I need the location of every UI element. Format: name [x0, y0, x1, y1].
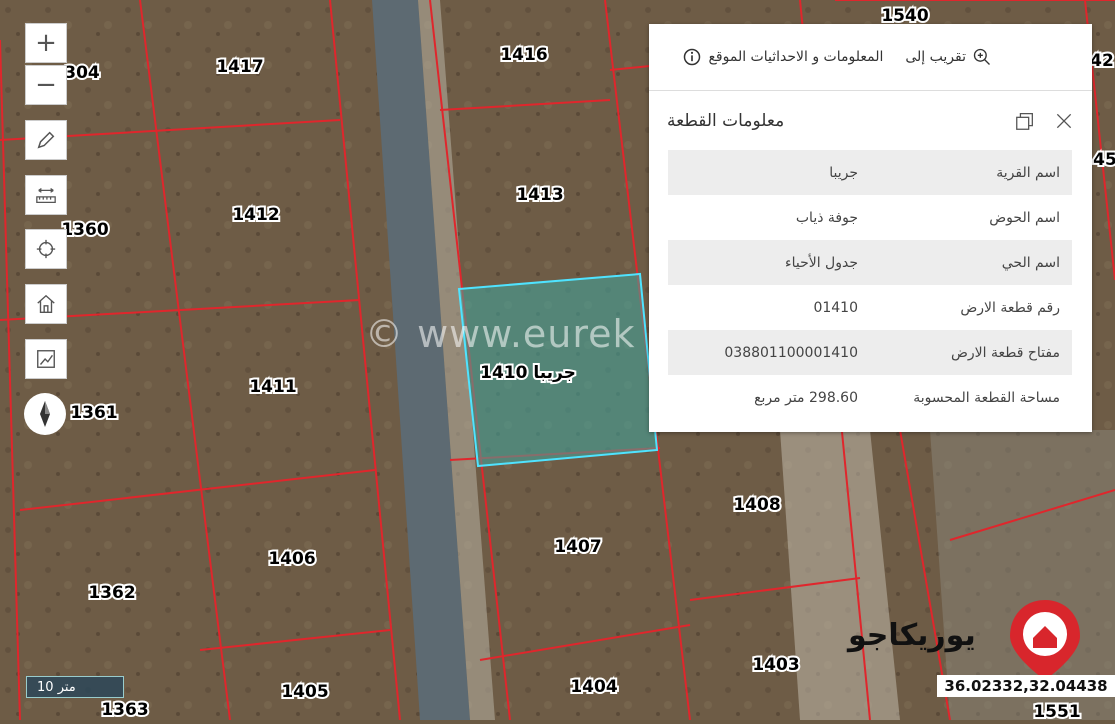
zoom-to-action[interactable]: تقريب إلى [905, 47, 992, 67]
parcel-label: 1551 [1033, 702, 1080, 720]
measure-button[interactable] [25, 175, 67, 215]
attribute-value: 298.60 متر مربع [754, 389, 858, 406]
parcel-label: 1405 [281, 682, 328, 702]
info-icon [684, 48, 701, 66]
table-row: رقم قطعة الارض 01410 [668, 285, 1072, 330]
layers-icon [37, 350, 55, 368]
home-button[interactable] [25, 284, 67, 324]
attribute-key: اسم الحوض [989, 209, 1060, 226]
parcel-info-popup: تقريب إلى المعلومات و الاحداثيات الموقع … [649, 24, 1092, 432]
locate-button[interactable] [25, 229, 67, 269]
parcel-label: 1406 [268, 549, 315, 569]
brand-logo-text: يوريكاجو [848, 618, 976, 653]
plus-icon: + [35, 28, 57, 58]
location-info-action[interactable]: المعلومات و الاحداثيات الموقع [682, 47, 883, 67]
parcel-label: 1416 [500, 45, 547, 65]
parcel-label: 45 [1093, 150, 1115, 170]
attribute-key: اسم القرية [870, 150, 1072, 195]
ruler-icon [36, 188, 56, 203]
parcel-label: 1360 [61, 220, 108, 240]
watermark: © www.eurek [365, 312, 636, 356]
zoom-in-icon [973, 48, 990, 65]
dock-icon[interactable] [1014, 110, 1036, 132]
selected-parcel-label: جريبا 1410 [480, 363, 576, 383]
parcel-label: 1540 [881, 6, 928, 26]
zoom-out-button[interactable]: − [25, 65, 67, 105]
attribute-value: جريبا [668, 150, 870, 195]
scale-bar: 10 متر [26, 676, 124, 698]
popup-actions: تقريب إلى المعلومات و الاحداثيات الموقع [649, 24, 1092, 91]
table-row: اسم الحوض جوفة ذياب [668, 195, 1072, 240]
attribute-key: مفتاح قطعة الارض [870, 330, 1072, 375]
zoom-to-label: تقريب إلى [905, 49, 966, 65]
attribute-key: اسم الحي [870, 240, 1072, 285]
parcel-label: 1361 [70, 403, 117, 423]
home-icon [37, 294, 55, 313]
attribute-value: 038801100001410 [668, 330, 870, 375]
attribute-key: مساحة القطعة المحسوبة [913, 389, 1060, 406]
table-row: اسم القرية جريبا [668, 150, 1072, 195]
table-row: مساحة القطعة المحسوبة 298.60 متر مربع [668, 375, 1072, 420]
compass-button[interactable] [24, 393, 66, 435]
popup-title: معلومات القطعة [667, 111, 785, 131]
layers-button[interactable] [25, 339, 67, 379]
zoom-in-button[interactable]: + [25, 23, 67, 63]
parcel-label: 1407 [554, 537, 601, 557]
close-icon[interactable] [1054, 111, 1074, 131]
attribute-value: جوفة ذياب [795, 209, 858, 226]
parcel-label: 1411 [249, 377, 296, 397]
popup-header: معلومات القطعة [649, 91, 1092, 151]
location-info-label: المعلومات و الاحداثيات الموقع [708, 49, 884, 65]
brand-pin-icon [1010, 600, 1080, 680]
scale-label: 10 متر [37, 679, 76, 695]
parcel-label: 1417 [216, 57, 263, 77]
minus-icon: − [35, 70, 57, 100]
parcel-attributes-table: اسم القرية جريبا اسم الحوض جوفة ذياب اسم ا… [668, 150, 1072, 420]
parcel-label: 1362 [88, 583, 135, 603]
attribute-key: رقم قطعة الارض [960, 299, 1060, 316]
table-row: اسم الحي جدول الأحياء [668, 240, 1072, 285]
crosshair-icon [36, 239, 56, 259]
parcel-label: 1412 [232, 205, 279, 225]
pencil-icon [37, 131, 55, 149]
attribute-value: 01410 [813, 299, 858, 316]
draw-button[interactable] [25, 120, 67, 160]
parcel-label: 304 [64, 63, 100, 83]
parcel-label: 1413 [516, 185, 563, 205]
parcel-label: 1404 [570, 677, 617, 697]
parcel-label: 1403 [752, 655, 799, 675]
parcel-label: 1408 [733, 495, 780, 515]
table-row: مفتاح قطعة الارض 038801100001410 [668, 330, 1072, 375]
parcel-label: 42 [1090, 51, 1114, 71]
compass-icon [40, 401, 50, 427]
coordinates-readout: 36.02332,32.04438 [937, 675, 1115, 697]
parcel-label: 1363 [101, 700, 148, 720]
attribute-value: جدول الأحياء [668, 240, 870, 285]
